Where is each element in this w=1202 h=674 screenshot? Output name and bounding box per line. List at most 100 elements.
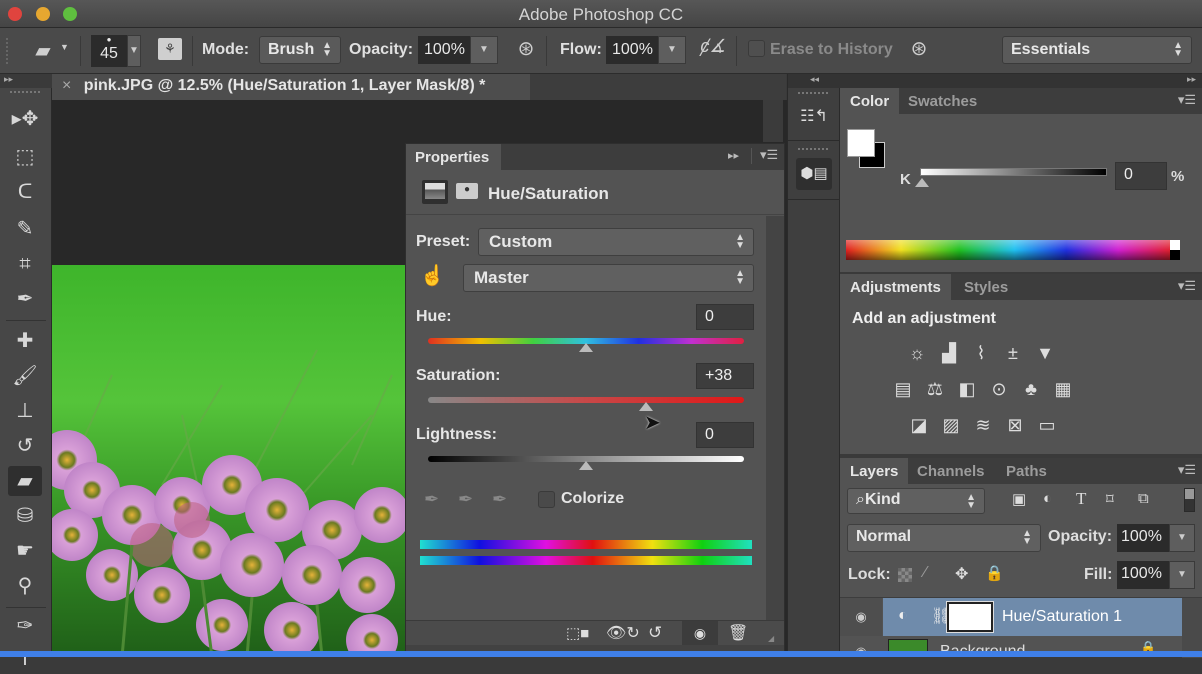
targeted-adjustment-hand-icon[interactable]: ☝ (420, 263, 445, 288)
move-tool-icon[interactable]: ▸✥ (8, 104, 42, 134)
view-previous-state-icon[interactable]: 👁↻ (606, 623, 640, 643)
workspace-switcher[interactable]: Essentials ▲ ▼ (1002, 36, 1192, 64)
toggle-visibility-icon[interactable]: ◉ (682, 621, 718, 645)
preset-select[interactable]: Custom ▲ ▼ (478, 228, 754, 256)
canvas-scrollbar[interactable] (763, 100, 783, 142)
exposure-adjustment-icon[interactable]: ± (1002, 344, 1024, 362)
brush-panel-toggle-icon[interactable]: ⚘ (158, 38, 182, 60)
collapse-panel-icon[interactable]: ▸▸ (728, 149, 739, 162)
panel-menu-icon[interactable]: ▾☰ (1178, 92, 1196, 108)
tab-layers[interactable]: Layers (840, 458, 909, 484)
brush-picker-dropdown[interactable]: ▼ (127, 35, 141, 67)
subtract-from-sample-eyedropper-icon[interactable]: ✒ (492, 489, 507, 510)
toolbar-collapse-button[interactable]: ▸▸ (0, 74, 52, 88)
filter-type-layers-icon[interactable]: T (1076, 489, 1086, 509)
layer-opacity-input[interactable]: 100% (1117, 524, 1169, 552)
color-lookup-adjustment-icon[interactable]: ▦ (1052, 380, 1074, 398)
panel-menu-icon[interactable]: ▾☰ (760, 147, 778, 163)
vibrance-adjustment-icon[interactable]: ▼ (1034, 344, 1056, 362)
lock-image-pixels-icon[interactable]: ⁄ (924, 564, 927, 582)
paint-bucket-tool-icon[interactable]: ⛁ (8, 501, 42, 531)
dock-collapse-button[interactable]: ◂◂ (788, 74, 841, 88)
delete-adjustment-icon[interactable]: 🗑 (728, 623, 748, 643)
document-image[interactable] (52, 265, 405, 657)
properties-scrollbar[interactable] (766, 216, 784, 620)
layers-scrollbar[interactable] (1182, 598, 1202, 658)
invert-adjustment-icon[interactable]: ◪ (908, 416, 930, 434)
document-tab[interactable]: × pink.JPG @ 12.5% (Hue/Saturation 1, La… (52, 74, 530, 100)
add-to-sample-eyedropper-icon[interactable]: ✒ (458, 489, 473, 510)
tool-preset-dropdown-arrow[interactable]: ▼ (60, 42, 69, 52)
pen-tool-icon[interactable]: ✑ (8, 611, 42, 641)
flow-input[interactable]: 100% (606, 36, 658, 64)
layer-row[interactable]: ◉ ◐ ⛓ Hue/Saturation 1 (840, 598, 1182, 636)
lasso-tool-icon[interactable]: ᑕ (8, 177, 42, 207)
filter-smart-objects-icon[interactable]: ⧉ (1138, 490, 1149, 507)
tab-swatches[interactable]: Swatches (898, 88, 987, 114)
filter-shape-layers-icon[interactable]: ⌑ (1106, 490, 1114, 508)
eraser-tool-icon[interactable]: ▰ (8, 466, 42, 496)
reset-icon[interactable]: ↺ (648, 623, 662, 643)
lightness-slider-thumb[interactable] (579, 461, 593, 470)
lock-all-icon[interactable]: 🔒 (985, 564, 1004, 582)
layer-opacity-dropdown[interactable]: ▼ (1169, 524, 1195, 552)
k-channel-slider[interactable] (920, 168, 1107, 176)
tab-adjustments[interactable]: Adjustments (840, 274, 951, 300)
threshold-adjustment-icon[interactable]: ≋ (972, 416, 994, 434)
type-tool-icon[interactable]: T (8, 644, 42, 674)
fill-input[interactable]: 100% (1117, 561, 1169, 589)
brightness-contrast-adjustment-icon[interactable]: ☼ (906, 344, 928, 362)
white-swatch[interactable] (1170, 240, 1180, 250)
colorize-checkbox[interactable] (538, 491, 555, 508)
black-white-adjustment-icon[interactable]: ◧ (956, 380, 978, 398)
healing-brush-tool-icon[interactable]: ✚ (8, 326, 42, 356)
posterize-adjustment-icon[interactable]: ▨ (940, 416, 962, 434)
foreground-color-swatch[interactable] (847, 129, 875, 157)
hue-input[interactable]: 0 (696, 304, 754, 330)
hue-slider-thumb[interactable] (579, 343, 593, 352)
levels-adjustment-icon[interactable]: ▟ (938, 344, 960, 362)
layer-name[interactable]: Hue/Saturation 1 (1002, 608, 1122, 626)
channel-mixer-adjustment-icon[interactable]: ♣ (1020, 380, 1042, 398)
filter-adjustment-layers-icon[interactable]: ◐ (1043, 490, 1052, 507)
airbrush-icon[interactable]: ȼ∡ (700, 36, 726, 57)
panel-menu-icon[interactable]: ▾☰ (1178, 462, 1196, 478)
blend-mode-select[interactable]: Normal ▲ ▼ (847, 524, 1041, 552)
hue-saturation-adjustment-icon[interactable]: ▤ (892, 380, 914, 398)
saturation-input[interactable]: +38 (696, 363, 754, 389)
saturation-slider[interactable] (428, 397, 744, 403)
close-document-icon[interactable]: × (62, 77, 71, 94)
history-brush-tool-icon[interactable]: ↺ (8, 431, 42, 461)
eraser-tool-preset-icon[interactable]: ▰ (28, 38, 58, 63)
gradient-map-adjustment-icon[interactable]: ▭ (1036, 416, 1058, 434)
panel-menu-icon[interactable]: ▾☰ (1178, 278, 1196, 294)
quick-selection-tool-icon[interactable]: ✎ (8, 214, 42, 244)
tab-color[interactable]: Color (840, 88, 900, 114)
eyedropper-tool-icon[interactable]: ✒ (8, 284, 42, 314)
black-swatch[interactable] (1170, 250, 1180, 260)
fill-dropdown[interactable]: ▼ (1169, 561, 1195, 589)
mode-select[interactable]: Brush ▲ ▼ (259, 36, 341, 64)
photo-filter-adjustment-icon[interactable]: ⊙ (988, 380, 1010, 398)
toolbar-grip[interactable] (10, 91, 40, 94)
lightness-input[interactable]: 0 (696, 422, 754, 448)
eyedropper-icon[interactable]: ✒ (424, 489, 439, 510)
flow-slider-dropdown[interactable]: ▼ (658, 36, 686, 64)
filter-toggle-switch[interactable] (1184, 488, 1195, 512)
k-value-input[interactable]: 0 (1115, 162, 1167, 190)
tab-styles[interactable]: Styles (954, 274, 1018, 300)
dodge-tool-icon[interactable]: ⚲ (8, 571, 42, 601)
clone-stamp-tool-icon[interactable]: ⊥ (8, 396, 42, 426)
smudge-tool-icon[interactable]: ☛ (8, 536, 42, 566)
brush-tool-icon[interactable]: 🖌 (8, 361, 42, 391)
lock-position-icon[interactable]: ✥ (955, 564, 968, 584)
curves-adjustment-icon[interactable]: ⌇ (970, 344, 992, 362)
marquee-tool-icon[interactable]: ⬚ (8, 142, 42, 172)
history-panel-icon[interactable]: ☷↰ (800, 106, 828, 132)
layer-filter-select[interactable]: ⌕Kind ▲ ▼ (847, 488, 985, 514)
opacity-slider-dropdown[interactable]: ▼ (470, 36, 498, 64)
brush-size-box[interactable]: ● 45 (91, 35, 127, 67)
color-spectrum-ramp[interactable] (846, 240, 1170, 260)
3d-panel-icon[interactable]: ⬢▤ (796, 158, 832, 190)
layer-visibility-eye-icon[interactable]: ◉ (840, 598, 882, 636)
